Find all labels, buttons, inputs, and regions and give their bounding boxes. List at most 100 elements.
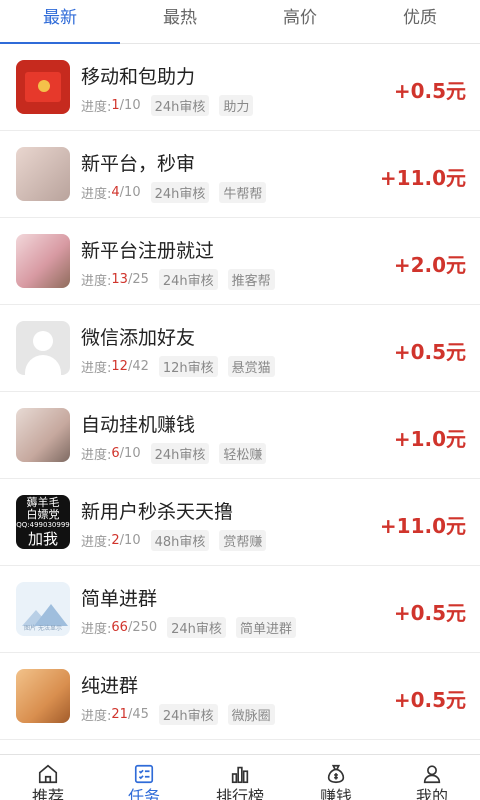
task-reward: +2.0元	[393, 253, 466, 277]
home-icon	[38, 764, 58, 784]
task-meta: 进度: 66/250 24h审核 简单进群	[81, 617, 296, 638]
task-item[interactable]: 移动和包助力 进度: 1/10 24h审核 助力 +0.5元	[0, 44, 480, 131]
task-item[interactable]: 薅羊毛 白嫖党 QQ:499030999 加我 新用户秒杀天天撸 进度: 2/10…	[0, 479, 480, 566]
task-meta: 进度: 4/10 24h审核 牛帮帮	[81, 182, 267, 203]
nav-label: 排行榜	[215, 787, 264, 800]
task-thumbnail	[16, 60, 70, 114]
progress-total: /45	[127, 707, 149, 722]
progress-label: 进度:	[81, 448, 112, 463]
task-reward: +0.5元	[393, 601, 466, 625]
image-placeholder-icon: 图片 无法显示	[16, 582, 70, 636]
task-title: 自动挂机赚钱	[81, 414, 196, 436]
progress-label: 进度:	[81, 622, 112, 637]
progress-label: 进度:	[81, 274, 112, 289]
review-tag: 24h审核	[150, 182, 210, 203]
progress-current: 1	[111, 98, 120, 113]
review-tag: 48h审核	[150, 530, 210, 551]
task-title: 新用户秒杀天天撸	[81, 501, 234, 523]
task-meta: 进度: 13/25 24h审核 推客帮	[81, 269, 275, 290]
nav-ranking[interactable]: 排行榜	[192, 755, 288, 800]
task-item[interactable]: 图片 无法显示 简单进群 进度: 66/250 24h审核 简单进群 +0.5元	[0, 566, 480, 653]
progress-total: /10	[119, 98, 141, 113]
task-item[interactable]: 新平台注册就过 进度: 13/25 24h审核 推客帮 +2.0元	[0, 218, 480, 305]
task-title: 移动和包助力	[81, 66, 196, 88]
tab-high-price[interactable]: 高价	[240, 0, 360, 43]
progress-total: /42	[127, 359, 149, 374]
progress-total: /10	[119, 533, 141, 548]
source-tag: 赏帮赚	[219, 530, 267, 551]
review-tag: 12h审核	[158, 356, 218, 377]
review-tag: 24h审核	[150, 443, 210, 464]
nav-label: 我的	[415, 787, 448, 800]
task-item[interactable]: 自动挂机赚钱 进度: 6/10 24h审核 轻松赚 +1.0元	[0, 392, 480, 479]
task-thumbnail: 薅羊毛 白嫖党 QQ:499030999 加我	[16, 495, 70, 549]
task-title: 新平台注册就过	[81, 240, 215, 262]
task-title: 新平台，秒审	[81, 153, 196, 175]
review-tag: 24h审核	[167, 617, 226, 638]
bottom-navigation: 推荐 任务 排行榜 赚钱 我的	[0, 754, 480, 800]
task-reward: +1.0元	[393, 427, 466, 451]
task-reward: +0.5元	[393, 688, 466, 712]
tab-latest[interactable]: 最新	[0, 0, 120, 44]
nav-earn[interactable]: 赚钱	[288, 755, 384, 800]
source-tag: 简单进群	[235, 617, 296, 638]
task-thumbnail	[16, 669, 70, 723]
task-meta: 进度: 2/10 48h审核 赏帮赚	[81, 530, 267, 551]
task-thumbnail	[16, 147, 70, 201]
source-tag: 推客帮	[227, 269, 275, 290]
progress-current: 13	[111, 272, 128, 287]
tab-quality[interactable]: 优质	[360, 0, 480, 43]
task-meta: 进度: 1/10 24h审核 助力	[81, 95, 254, 116]
progress-total: /25	[127, 272, 149, 287]
progress-label: 进度:	[81, 709, 112, 724]
progress-label: 进度:	[81, 187, 112, 202]
source-tag: 微脉圈	[227, 704, 275, 725]
source-tag: 助力	[219, 95, 254, 116]
task-title: 纯进群	[81, 675, 139, 697]
task-title: 微信添加好友	[81, 327, 196, 349]
thumb-text-line: 白嫖党	[26, 508, 60, 521]
progress-current: 4	[111, 185, 120, 200]
nav-tasks[interactable]: 任务	[96, 755, 192, 800]
source-tag: 轻松赚	[219, 443, 267, 464]
task-item[interactable]: 微信添加好友 进度: 12/42 12h审核 悬赏猫 +0.5元	[0, 305, 480, 392]
task-reward: +0.5元	[393, 340, 466, 364]
review-tag: 24h审核	[158, 269, 218, 290]
progress-total: /10	[119, 185, 141, 200]
source-tag: 牛帮帮	[219, 182, 267, 203]
task-list-icon	[134, 764, 154, 784]
task-thumbnail	[16, 234, 70, 288]
user-icon	[423, 765, 441, 784]
nav-label: 任务	[127, 787, 160, 800]
progress-total: /10	[119, 446, 141, 461]
task-meta: 进度: 12/42 12h审核 悬赏猫	[81, 356, 275, 377]
task-title: 简单进群	[81, 588, 158, 610]
progress-current: 21	[111, 707, 128, 722]
nav-label: 赚钱	[319, 787, 352, 800]
thumb-text-line: 加我	[27, 530, 58, 548]
progress-current: 6	[111, 446, 120, 461]
task-reward: +11.0元	[379, 514, 466, 538]
progress-current: 2	[111, 533, 120, 548]
default-avatar-icon	[16, 321, 70, 375]
task-item[interactable]: 新平台，秒审 进度: 4/10 24h审核 牛帮帮 +11.0元	[0, 131, 480, 218]
progress-label: 进度:	[81, 100, 112, 115]
task-reward: +11.0元	[379, 166, 466, 190]
thumb-text-line: QQ:499030999	[16, 521, 70, 529]
nav-me[interactable]: 我的	[384, 755, 480, 800]
tab-hot[interactable]: 最热	[120, 0, 240, 43]
progress-total: /250	[127, 620, 158, 635]
nav-recommend[interactable]: 推荐	[0, 755, 96, 800]
review-tag: 24h审核	[158, 704, 218, 725]
progress-current: 12	[111, 359, 128, 374]
task-meta: 进度: 21/45 24h审核 微脉圈	[81, 704, 275, 725]
ranking-icon	[231, 766, 249, 784]
task-item[interactable]: 纯进群 进度: 21/45 24h审核 微脉圈 +0.5元	[0, 653, 480, 740]
thumb-caption: 图片 无法显示	[24, 625, 62, 632]
progress-label: 进度:	[81, 361, 112, 376]
task-thumbnail	[16, 408, 70, 462]
task-meta: 进度: 6/10 24h审核 轻松赚	[81, 443, 267, 464]
review-tag: 24h审核	[150, 95, 210, 116]
source-tag: 悬赏猫	[227, 356, 275, 377]
task-list: 移动和包助力 进度: 1/10 24h审核 助力 +0.5元 新平台，秒审 进度:…	[0, 44, 480, 754]
